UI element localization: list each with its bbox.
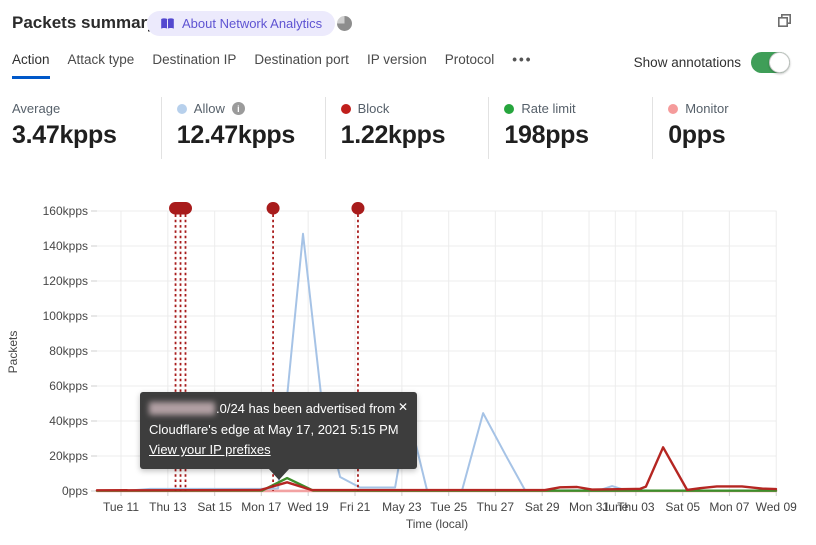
info-icon[interactable]: i — [231, 102, 245, 115]
page-title: Packets summary — [12, 13, 157, 32]
stat-allow: Allow i 12.47kpps — [160, 97, 325, 159]
y-axis-title: Packets — [6, 330, 20, 374]
tab-ip-version[interactable]: IP version — [367, 52, 427, 79]
stat-monitor: Monitor 0pps — [652, 97, 816, 159]
more-tabs-button[interactable]: ••• — [512, 52, 532, 79]
redacted-ip-prefix — [149, 402, 215, 415]
x-axis-tick-label: May 23 — [382, 500, 422, 514]
stat-average: Average 3.47kpps — [12, 97, 161, 159]
y-axis-tick-label: 120kpps — [42, 274, 88, 288]
tab-action[interactable]: Action — [12, 52, 50, 79]
annotation-tooltip: ✕ .0/24 has been advertised from Cloudfl… — [140, 392, 417, 480]
x-axis-title: Time (local) — [405, 517, 469, 531]
y-axis-tick-label: 80kpps — [49, 344, 88, 358]
about-network-analytics-badge[interactable]: About Network Analytics — [147, 11, 336, 36]
x-axis-tick-label: Mon 17 — [241, 500, 282, 514]
y-axis-tick-label: 20kpps — [49, 449, 88, 463]
show-annotations-label: Show annotations — [633, 55, 741, 70]
tab-protocol[interactable]: Protocol — [445, 52, 495, 79]
x-axis-tick-label: Sat 05 — [665, 500, 701, 514]
stat-value: 198pps — [504, 121, 589, 149]
rate-limit-legend-dot — [504, 103, 515, 114]
tab-destination-ip[interactable]: Destination IP — [152, 52, 236, 79]
chart-canvas — [91, 202, 778, 496]
y-axis-tick-label: 140kpps — [42, 239, 88, 253]
stats-row: Average 3.47kpps Allow i 12.47kpps Block… — [12, 97, 816, 159]
stat-value: 3.47kpps — [12, 121, 117, 149]
x-axis-tick-label: Fri 21 — [339, 500, 371, 514]
x-axis-tick-label: Wed 09 — [755, 500, 797, 514]
allow-legend-dot — [176, 103, 187, 114]
x-axis-tick-label: Thu 03 — [617, 500, 655, 514]
tooltip-line-1: .0/24 has been advertised from — [149, 399, 403, 420]
view-ip-prefixes-link[interactable]: View your IP prefixes — [149, 442, 271, 457]
monitor-legend-dot — [668, 103, 679, 114]
tab-bar: Action Attack type Destination IP Destin… — [12, 52, 532, 79]
tooltip-line-2: Cloudflare's edge at May 17, 2021 5:15 P… — [149, 421, 399, 437]
tab-attack-type[interactable]: Attack type — [68, 52, 135, 79]
packets-time-series-chart[interactable]: 0pps 20kpps 40kpps 60kpps 80kpps 100kpps 120kp… — [0, 195, 816, 545]
stat-label: Rate limit — [521, 101, 576, 116]
stat-label: Block — [357, 101, 390, 116]
y-axis-tick-label: 40kpps — [49, 414, 88, 428]
x-axis-tick-label: Tue 11 — [102, 500, 139, 514]
x-axis-tick-label: Thu 27 — [476, 500, 515, 514]
book-icon — [160, 17, 175, 30]
x-axis-tick-label: Sat 29 — [524, 500, 560, 514]
stat-rate-limit: Rate limit 198pps — [488, 97, 652, 159]
block-legend-dot — [340, 103, 351, 114]
show-annotations-control: Show annotations — [634, 52, 790, 73]
show-annotations-toggle[interactable] — [751, 52, 790, 73]
stat-label: Monitor — [685, 101, 729, 116]
x-axis-tick-label: Tue 25 — [430, 500, 468, 514]
y-axis-tick-label: 60kpps — [49, 379, 88, 393]
stat-label: Average — [12, 101, 61, 116]
packets-summary-panel: Packets summary About Network Analytics … — [0, 0, 816, 545]
restore-window-icon[interactable] — [776, 12, 793, 34]
stat-value: 12.47kpps — [176, 121, 296, 149]
stat-value: 0pps — [668, 121, 726, 149]
annotation-marker[interactable] — [266, 202, 280, 215]
annotation-marker[interactable] — [351, 202, 365, 215]
stat-block: Block 1.22kpps — [324, 97, 489, 159]
loading-pie-icon — [337, 16, 352, 31]
y-axis-tick-label: 100kpps — [42, 309, 88, 323]
x-axis-tick-label: Thu 13 — [149, 500, 187, 514]
tab-destination-port[interactable]: Destination port — [254, 52, 349, 79]
tooltip-caret — [268, 467, 290, 480]
y-axis-tick-label: 0pps — [61, 484, 88, 498]
stat-value: 1.22kpps — [340, 121, 446, 149]
y-axis-tick-label: 160kpps — [42, 204, 88, 218]
annotation-marker[interactable] — [169, 202, 192, 215]
x-axis-tick-label: Wed 19 — [287, 500, 329, 514]
x-axis-tick-label: Mon 07 — [709, 500, 750, 514]
stat-label: Allow — [193, 101, 225, 116]
close-icon[interactable]: ✕ — [398, 397, 408, 418]
toggle-knob — [769, 52, 790, 73]
x-axis-tick-label: Sat 15 — [197, 500, 233, 514]
badge-label: About Network Analytics — [182, 16, 323, 31]
